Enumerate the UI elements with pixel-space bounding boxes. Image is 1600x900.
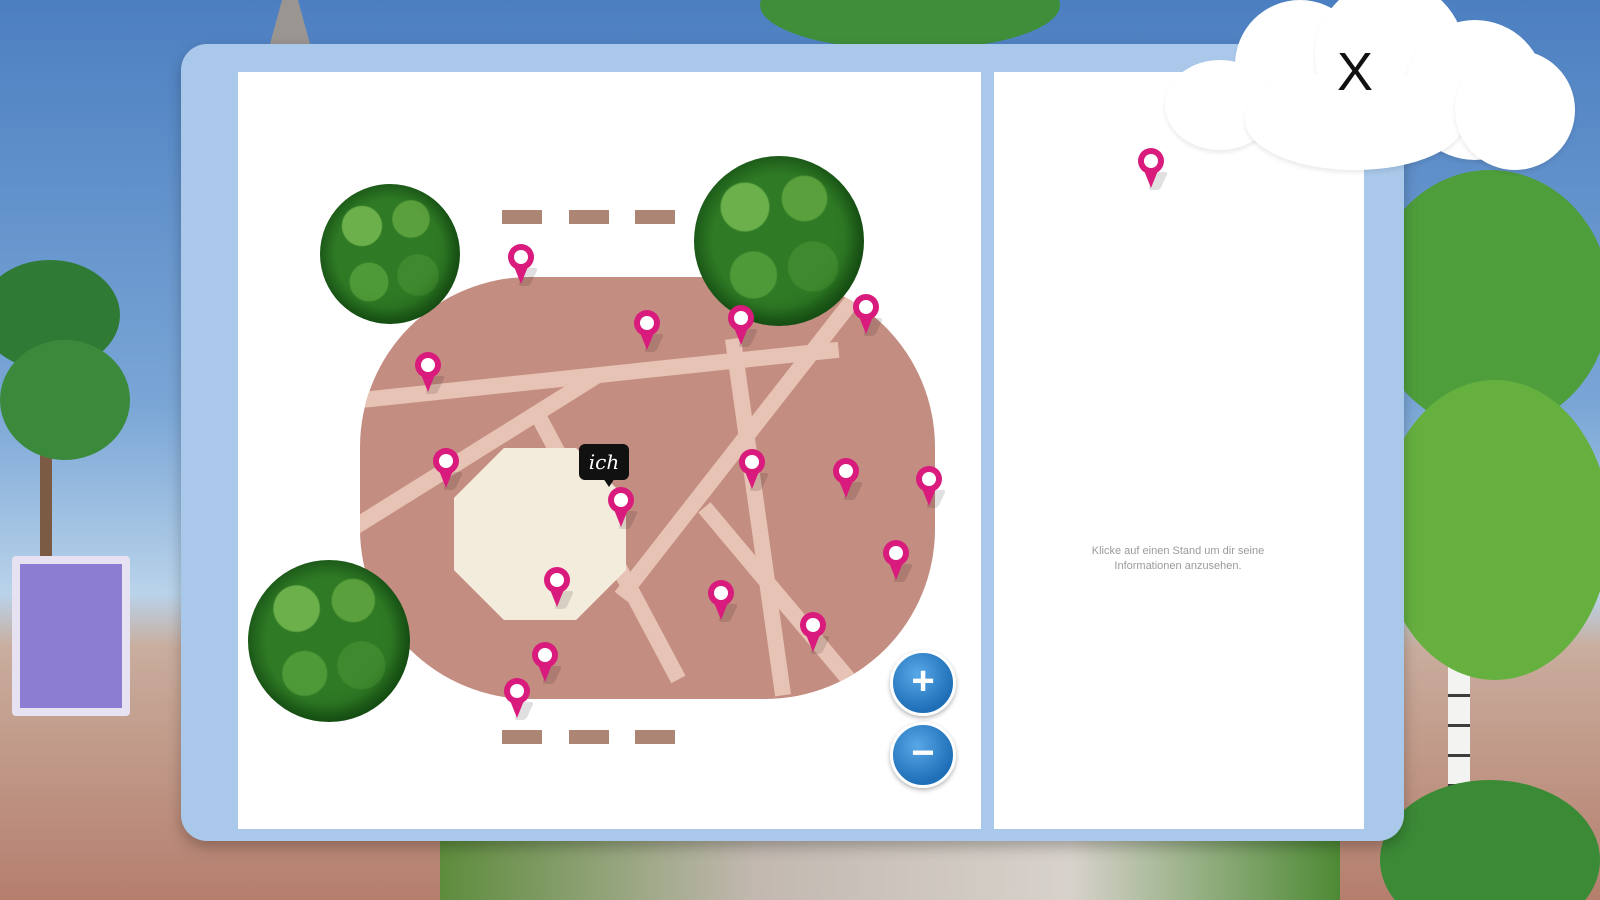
stand-pin-icon[interactable]: [916, 466, 947, 508]
pin-head: [608, 487, 634, 513]
pin-head: [739, 449, 765, 475]
stand-pin-icon[interactable]: [433, 448, 464, 490]
pin-head: [544, 567, 570, 593]
tree-canopy: [1380, 380, 1600, 680]
pin-head: [433, 448, 459, 474]
stand-pin-icon[interactable]: [800, 612, 831, 654]
pin-head: [833, 458, 859, 484]
stand-pin-icon[interactable]: [508, 244, 539, 286]
bench: [569, 730, 609, 744]
tree-canopy: [1380, 780, 1600, 900]
stand-pin-icon[interactable]: [708, 580, 739, 622]
cloud-puff: [1455, 50, 1575, 170]
bush: [694, 156, 864, 326]
stand-pin-icon[interactable]: [608, 487, 639, 529]
my-position-marker: ich: [579, 444, 629, 487]
pin-head: [916, 466, 942, 492]
stand-pin-icon[interactable]: [415, 352, 446, 394]
bench: [502, 210, 542, 224]
pin-head: [800, 612, 826, 638]
bench: [569, 210, 609, 224]
stand-pin-icon[interactable]: [739, 449, 770, 491]
pin-head: [883, 540, 909, 566]
zoom-out-button[interactable]: −: [890, 722, 956, 788]
pin-head: [634, 310, 660, 336]
stand-info-hint: Klicke auf einen Stand um dir seine Info…: [1091, 545, 1265, 572]
stand-pin-icon[interactable]: [728, 305, 759, 347]
pin-head: [1138, 148, 1164, 174]
bush: [320, 184, 460, 324]
close-button[interactable]: X: [1337, 42, 1373, 102]
tower: [270, 0, 310, 44]
tree-canopy: [0, 340, 130, 460]
pin-head: [532, 642, 558, 668]
pin-head: [504, 678, 530, 704]
stand-pin-icon[interactable]: [1138, 148, 1169, 190]
stand-pin-icon[interactable]: [833, 458, 864, 500]
stand-pin-icon[interactable]: [853, 294, 884, 336]
decorated-door: [12, 556, 130, 716]
pin-head: [728, 305, 754, 331]
stand-pin-icon[interactable]: [883, 540, 914, 582]
stand-pin-icon[interactable]: [544, 567, 575, 609]
close-cloud: [1165, 0, 1585, 190]
pin-head: [708, 580, 734, 606]
stand-pin-icon[interactable]: [634, 310, 665, 352]
pin-head: [415, 352, 441, 378]
stand-pin-icon[interactable]: [532, 642, 563, 684]
zoom-in-button[interactable]: +: [890, 650, 956, 716]
bush: [248, 560, 410, 722]
door-panel: [20, 564, 122, 708]
stand-pin-icon[interactable]: [504, 678, 535, 720]
bench: [502, 730, 542, 744]
bench: [635, 730, 675, 744]
tree-canopy: [760, 0, 1060, 50]
bench: [635, 210, 675, 224]
pin-head: [508, 244, 534, 270]
pin-head: [853, 294, 879, 320]
